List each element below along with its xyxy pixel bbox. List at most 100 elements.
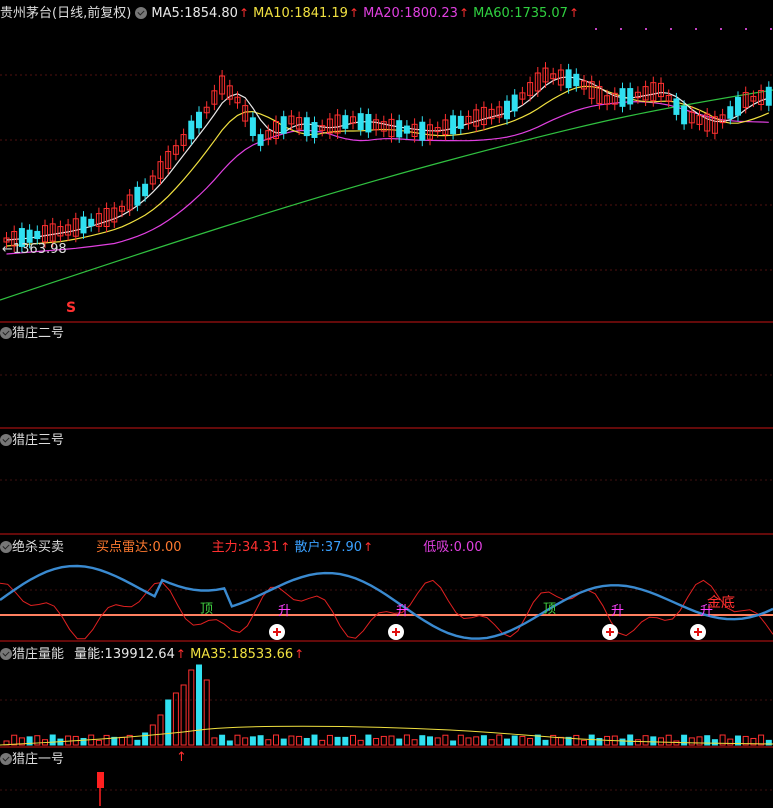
settings-circle-icon[interactable] — [0, 753, 12, 765]
radar-value: 0.00 — [152, 540, 182, 555]
volume-bar — [288, 735, 295, 746]
settings-circle-icon[interactable] — [0, 327, 12, 339]
volume-bar — [696, 736, 703, 746]
volume-bar — [242, 737, 249, 746]
candle-body — [134, 186, 141, 206]
up-arrow-icon: ↑ — [294, 647, 305, 661]
candle-body — [673, 98, 680, 115]
panel-p6-header: 猎庄一号 — [0, 751, 64, 769]
up-arrow-icon: ↑ — [348, 6, 360, 20]
up-arrow-icon: ↑ — [568, 6, 580, 20]
candle-body — [188, 120, 195, 140]
volume-bar — [658, 737, 664, 746]
volume-bar — [465, 737, 472, 746]
retail-label: 散户: — [294, 540, 325, 555]
volume-bar — [342, 736, 349, 746]
volume-bar — [350, 734, 356, 746]
candle-body — [280, 116, 287, 134]
candle-body — [419, 121, 426, 141]
volume-bar — [80, 737, 87, 746]
candle-body — [342, 115, 349, 129]
volume-bar — [319, 739, 326, 746]
candle-body — [257, 134, 264, 146]
low-price-label: ←1363.98 — [2, 242, 67, 257]
volume-bar — [65, 735, 72, 746]
volume-bar — [11, 734, 18, 746]
dot-marker — [745, 28, 747, 30]
candle-body — [565, 69, 572, 89]
signal-mark-rise: 升 — [278, 604, 292, 619]
ma20-value: 1800.23 — [404, 6, 458, 21]
volume-up-arrow-icon: ↑ — [176, 750, 187, 765]
main-force-line — [0, 579, 773, 640]
volume-bar — [188, 669, 195, 746]
panel-title[interactable]: 猎庄量能 — [12, 647, 64, 662]
volume-bar — [642, 735, 649, 746]
panel-p2-header: 猎庄二号 — [0, 325, 64, 343]
candle-body — [249, 117, 256, 136]
settings-circle-icon[interactable] — [0, 541, 12, 553]
panel-title[interactable]: 猎庄一号 — [12, 752, 64, 767]
volume-bar — [450, 740, 457, 746]
candle-body — [727, 106, 734, 119]
volume-bar — [49, 734, 56, 746]
candle-body — [311, 122, 318, 138]
settings-circle-icon[interactable] — [135, 7, 148, 19]
volume-bar — [504, 738, 510, 746]
volume-bar — [265, 739, 272, 746]
signal-mark-top: 顶 — [200, 602, 214, 617]
candle-body — [34, 230, 41, 240]
candle-body — [457, 115, 464, 129]
panel-title[interactable]: 绝杀买卖 — [12, 540, 64, 555]
dot-marker — [645, 28, 647, 30]
panel-p5-header: 猎庄量能 量能:139912.64↑ MA35:18533.66↑ — [0, 645, 304, 663]
volume-bar — [480, 735, 487, 746]
low-buy-value: 0.00 — [453, 540, 483, 555]
candle-body — [619, 88, 626, 107]
chart-canvas — [0, 28, 773, 806]
volume-bar — [203, 679, 210, 746]
panel-title[interactable]: 猎庄二号 — [12, 326, 64, 341]
candle-body — [365, 113, 372, 133]
candle-body — [196, 111, 202, 129]
volume-bar — [180, 684, 187, 746]
volume-value: 139912.64 — [104, 647, 175, 662]
up-arrow-icon: ↑ — [280, 540, 291, 554]
volume-bar — [219, 734, 226, 746]
candle-body — [511, 94, 518, 112]
dot-marker — [695, 28, 697, 30]
dot-marker — [620, 28, 622, 30]
volume-bar — [142, 732, 149, 746]
grid-lines — [0, 28, 773, 791]
volume-bar — [380, 735, 387, 746]
volume-bar — [542, 739, 549, 746]
up-arrow-icon: ↑ — [175, 647, 186, 661]
candle-body — [627, 88, 634, 105]
volume-bar — [334, 736, 341, 746]
candle-body — [681, 105, 688, 125]
ma35-label: MA35: — [190, 647, 232, 662]
stock-title[interactable]: 贵州茅台(日线,前复权) — [0, 6, 131, 21]
volume-bar — [357, 739, 364, 746]
ma20-label: MA20: — [363, 6, 405, 21]
volume-bars — [0, 664, 773, 806]
candle-body — [504, 100, 510, 120]
up-arrow-icon: ↑ — [238, 6, 250, 20]
ma10-label: MA10: — [253, 6, 295, 21]
panel-title[interactable]: 猎庄三号 — [12, 433, 64, 448]
volume-bar — [234, 734, 241, 746]
settings-circle-icon[interactable] — [0, 434, 12, 446]
candle-body — [735, 96, 741, 116]
volume-bar — [434, 737, 441, 746]
ma60-value: 1735.07 — [514, 6, 568, 21]
candle-body — [80, 216, 87, 234]
volume-label: 量能: — [74, 647, 105, 662]
volume-bar — [511, 735, 518, 746]
volume-bar — [196, 664, 202, 746]
settings-circle-icon[interactable] — [0, 648, 12, 660]
volume-bar — [457, 734, 464, 746]
main-force-label: 主力: — [211, 540, 243, 555]
signal-mark-rise: 升 — [611, 604, 625, 619]
oscillator-lines — [0, 564, 773, 640]
volume-bar — [665, 734, 672, 746]
